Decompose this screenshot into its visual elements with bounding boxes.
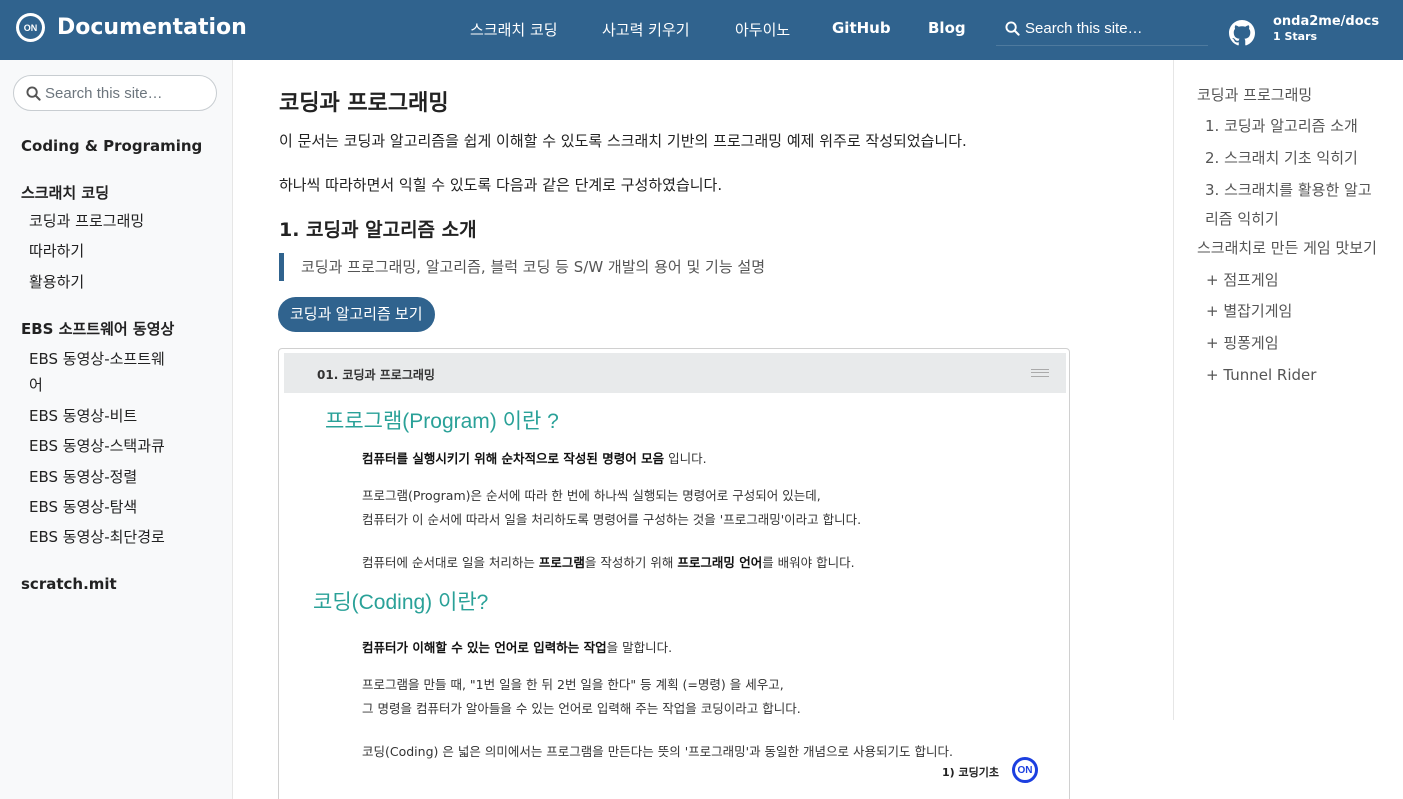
sidebar-item-ebs-stack-queue[interactable]: EBS 동영상-스택과큐 bbox=[29, 433, 165, 459]
intro-paragraph: 이 문서는 코딩과 알고리즘을 쉽게 이해할 수 있도록 스크래치 기반의 프로… bbox=[279, 132, 967, 150]
repo-info[interactable]: onda2me/docs 1 Stars bbox=[1273, 14, 1379, 43]
sidebar-item-ebs-shortest-path[interactable]: EBS 동영상-최단경로 bbox=[29, 524, 165, 550]
intro-paragraph-2: 하나씩 따라하면서 익힐 수 있도록 다음과 같은 단계로 구성하였습니다. bbox=[279, 176, 723, 194]
brand-link[interactable]: ON Documentation bbox=[16, 13, 247, 42]
github-icon[interactable] bbox=[1229, 20, 1255, 46]
repo-name: onda2me/docs bbox=[1273, 14, 1380, 29]
sidebar-item-ebs-search[interactable]: EBS 동영상-탐색 bbox=[29, 494, 137, 520]
on-logo-icon: ON bbox=[1012, 757, 1038, 783]
search-icon bbox=[26, 85, 41, 101]
top-search-box[interactable] bbox=[996, 12, 1208, 46]
document-paragraph: 컴퓨터를 실행시키기 위해 순차적으로 작성된 명령어 모음 입니다. bbox=[362, 451, 707, 466]
view-algorithm-button[interactable]: 코딩과 알고리즘 보기 bbox=[278, 297, 435, 332]
document-paragraph: 컴퓨터가 이해할 수 있는 언어로 입력하는 작업을 말합니다. bbox=[362, 640, 673, 655]
site-title: Documentation bbox=[57, 15, 247, 40]
document-paragraph: 컴퓨터에 순서대로 일을 처리하는 프로그램을 작성하기 위해 프로그래밍 언어… bbox=[362, 555, 855, 570]
sidebar-item-ebs-sort[interactable]: EBS 동영상-정렬 bbox=[29, 464, 137, 490]
document-header-title: 01. 코딩과 프로그래밍 bbox=[317, 368, 435, 382]
sidebar-search-input[interactable] bbox=[45, 84, 205, 102]
nav-link-arduino[interactable]: 아두이노 bbox=[735, 19, 790, 40]
search-icon bbox=[1005, 21, 1020, 36]
main-content: 코딩과 프로그래밍 이 문서는 코딩과 알고리즘을 쉽게 이해할 수 있도록 스… bbox=[233, 60, 1173, 799]
sidebar-section-ebs[interactable]: EBS 소프트웨어 동영상 bbox=[21, 318, 174, 339]
repo-stars: 1 Stars bbox=[1273, 30, 1318, 43]
sidebar-item-follow[interactable]: 따라하기 bbox=[29, 238, 84, 264]
toc-item-pingpong-game[interactable]: + 핑퐁게임 bbox=[1206, 329, 1279, 358]
sidebar-item-ebs-software[interactable]: EBS 동영상-소프트웨 어 bbox=[29, 346, 165, 398]
document-paragraph: 프로그램을 만들 때, "1번 일을 한 뒤 2번 일을 한다" 등 계획 (=… bbox=[362, 677, 784, 692]
site-logo-icon: ON bbox=[16, 13, 45, 42]
table-of-contents: 코딩과 프로그래밍 1. 코딩과 알고리즘 소개 2. 스크래치 기초 익히기 … bbox=[1173, 60, 1403, 720]
document-preview[interactable]: 01. 코딩과 프로그래밍 프로그램(Program) 이란 ? 컴퓨터를 실행… bbox=[278, 348, 1070, 799]
left-sidebar: Coding & Programing 스크래치 코딩 코딩과 프로그래밍 따라… bbox=[0, 60, 233, 799]
document-header: 01. 코딩과 프로그래밍 bbox=[284, 353, 1066, 393]
toc-item-label: 리즘 익히기 bbox=[1205, 210, 1279, 228]
document-footer-label: 1) 코딩기초 bbox=[942, 766, 999, 779]
section-heading: 1. 코딩과 알고리즘 소개 bbox=[279, 219, 477, 241]
toc-item-label: 3. 스크래치를 활용한 알고 bbox=[1205, 181, 1372, 199]
toc-item-title[interactable]: 코딩과 프로그래밍 bbox=[1197, 81, 1312, 110]
nav-link-github[interactable]: GitHub bbox=[832, 19, 891, 37]
document-paragraph: 코딩(Coding) 은 넓은 의미에서는 프로그램을 만든다는 뜻의 '프로그… bbox=[362, 744, 953, 759]
menu-icon[interactable] bbox=[1031, 369, 1049, 377]
sidebar-section-scratch[interactable]: 스크래치 코딩 bbox=[21, 182, 109, 203]
page-title: 코딩과 프로그래밍 bbox=[279, 91, 449, 116]
section-quote: 코딩과 프로그래밍, 알고리즘, 블럭 코딩 등 S/W 개발의 용어 및 기능… bbox=[279, 253, 765, 281]
sidebar-item-ebs-bit[interactable]: EBS 동영상-비트 bbox=[29, 403, 137, 429]
sidebar-item-apply[interactable]: 활용하기 bbox=[29, 269, 84, 295]
document-heading-program: 프로그램(Program) 이란 ? bbox=[325, 410, 559, 433]
sidebar-search-box[interactable] bbox=[13, 75, 217, 111]
document-paragraph: 컴퓨터가 이 순서에 따라서 일을 처리하도록 명령어를 구성하는 것을 '프로… bbox=[362, 512, 862, 527]
top-search-input[interactable] bbox=[1025, 20, 1205, 37]
sidebar-item-coding-programming[interactable]: 코딩과 프로그래밍 bbox=[29, 208, 144, 234]
toc-item-algorithm[interactable]: 3. 스크래치를 활용한 알고 리즘 익히기 bbox=[1205, 176, 1372, 234]
document-paragraph: 그 명령을 컴퓨터가 알아들을 수 있는 언어로 입력해 주는 작업을 코딩이라… bbox=[362, 701, 801, 716]
top-navbar: ON Documentation 스크래치 코딩 사고력 키우기 아두이노 Gi… bbox=[0, 0, 1403, 60]
nav-link-thinking[interactable]: 사고력 키우기 bbox=[602, 19, 690, 40]
toc-item-jump-game[interactable]: + 점프게임 bbox=[1206, 266, 1279, 295]
sidebar-item-label: 어 bbox=[29, 376, 43, 394]
toc-item-tunnel-rider[interactable]: + Tunnel Rider bbox=[1206, 361, 1316, 390]
nav-link-scratch[interactable]: 스크래치 코딩 bbox=[470, 19, 558, 40]
nav-link-blog[interactable]: Blog bbox=[928, 19, 966, 37]
toc-item-games[interactable]: 스크래치로 만든 게임 맛보기 bbox=[1197, 234, 1377, 263]
toc-item-intro[interactable]: 1. 코딩과 알고리즘 소개 bbox=[1205, 112, 1358, 141]
sidebar-item-label: EBS 동영상-소프트웨 bbox=[29, 350, 165, 368]
document-paragraph: 프로그램(Program)은 순서에 따라 한 번에 하나씩 실행되는 명령어로… bbox=[362, 488, 821, 503]
document-heading-coding: 코딩(Coding) 이란? bbox=[313, 591, 489, 614]
toc-item-star-game[interactable]: + 별잡기게임 bbox=[1206, 297, 1292, 326]
toc-item-basics[interactable]: 2. 스크래치 기초 익히기 bbox=[1205, 144, 1358, 173]
sidebar-section-coding[interactable]: Coding & Programing bbox=[21, 137, 202, 155]
sidebar-section-scratch-mit[interactable]: scratch.mit bbox=[21, 575, 117, 593]
